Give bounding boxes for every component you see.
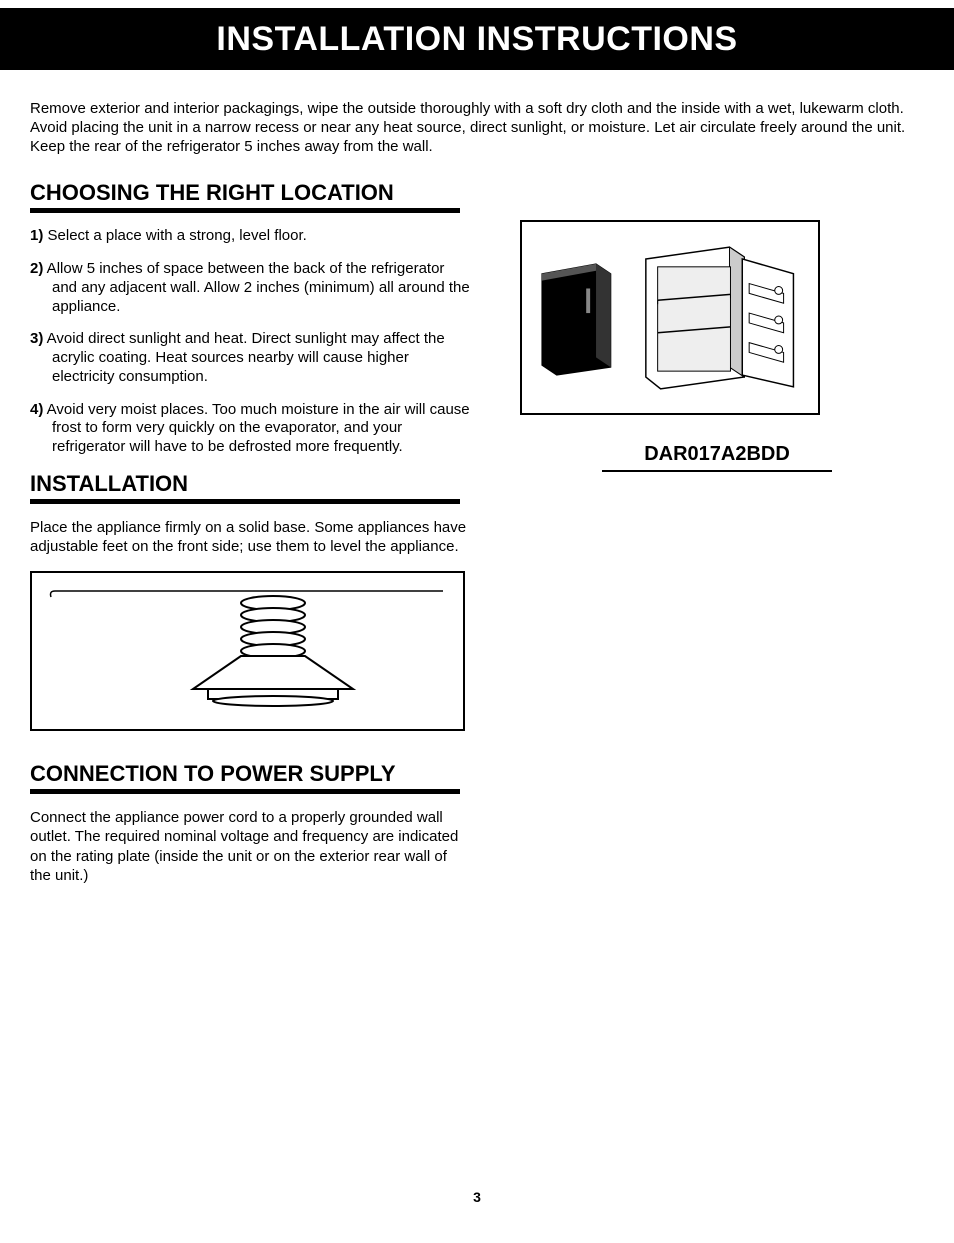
right-column: DAR017A2BDD xyxy=(510,180,924,900)
left-column: CHOOSING THE RIGHT LOCATION 1) Select a … xyxy=(30,180,470,900)
fridge-closed-icon xyxy=(537,258,616,378)
heading-installation: INSTALLATION xyxy=(30,471,460,504)
installation-body: Place the appliance firmly on a solid ba… xyxy=(30,518,470,557)
model-number: DAR017A2BDD xyxy=(602,443,832,472)
two-column-layout: CHOOSING THE RIGHT LOCATION 1) Select a … xyxy=(30,180,924,900)
list-item: 4) Avoid very moist places. Too much moi… xyxy=(30,401,470,457)
leveling-foot-figure xyxy=(30,571,465,731)
page-number: 3 xyxy=(0,1189,954,1205)
heading-power: CONNECTION TO POWER SUPPLY xyxy=(30,761,460,794)
fridge-open-icon xyxy=(636,238,803,398)
power-body: Connect the appliance power cord to a pr… xyxy=(30,808,470,886)
item-number: 4) xyxy=(30,401,43,418)
intro-paragraph: Remove exterior and interior packagings,… xyxy=(30,100,924,156)
item-number: 2) xyxy=(30,260,43,277)
list-item: 1) Select a place with a strong, level f… xyxy=(30,227,470,246)
leveling-foot-icon xyxy=(43,581,453,721)
item-text: Avoid direct sunlight and heat. Direct s… xyxy=(43,330,444,385)
item-text: Avoid very moist places. Too much moistu… xyxy=(43,401,469,456)
heading-location: CHOOSING THE RIGHT LOCATION xyxy=(30,180,460,213)
product-figure xyxy=(520,220,820,415)
list-item: 3) Avoid direct sunlight and heat. Direc… xyxy=(30,330,470,386)
content-area: Remove exterior and interior packagings,… xyxy=(0,70,954,900)
item-text: Select a place with a strong, level floo… xyxy=(43,227,306,244)
page-title: INSTALLATION INSTRUCTIONS xyxy=(216,20,737,59)
item-text: Allow 5 inches of space between the back… xyxy=(43,260,469,315)
item-number: 1) xyxy=(30,227,43,244)
page-header: INSTALLATION INSTRUCTIONS xyxy=(0,8,954,70)
list-item: 2) Allow 5 inches of space between the b… xyxy=(30,260,470,316)
item-number: 3) xyxy=(30,330,43,347)
